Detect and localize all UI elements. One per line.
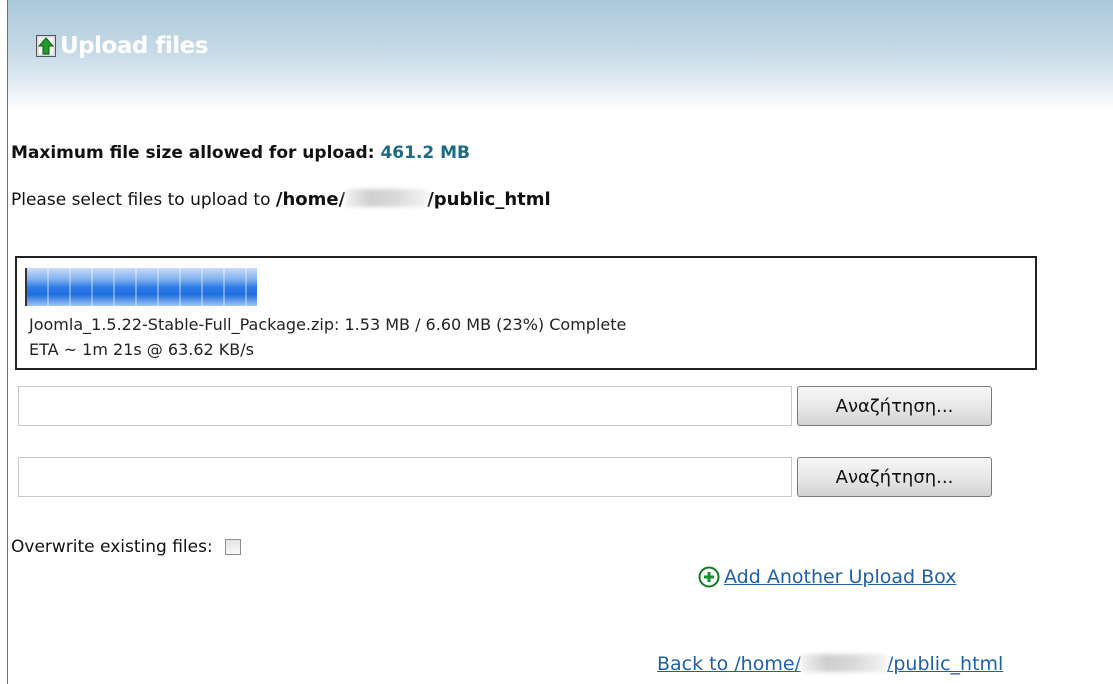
max-file-size: Maximum file size allowed for upload: 46… (11, 143, 470, 163)
destination-path: /home/ /public_html (276, 189, 551, 210)
title-text: Upload files (60, 33, 208, 59)
redacted-username (345, 189, 428, 207)
file-path-input-1[interactable] (18, 386, 792, 426)
plus-circle-icon (698, 566, 720, 588)
file-path-input-2[interactable] (18, 457, 792, 497)
back-prefix: Back to /home/ (657, 653, 801, 675)
page-title: Upload files (36, 33, 208, 59)
destination-text: Please select files to upload to /home//… (11, 189, 551, 210)
overwrite-option: Overwrite existing files: (11, 537, 241, 557)
progress-eta: ETA ~ 1m 21s @ 63.62 KB/s (29, 340, 254, 359)
max-size-label: Maximum file size allowed for upload: (11, 143, 375, 163)
progress-bar-fill (27, 268, 258, 306)
upload-arrow-icon (36, 35, 56, 57)
path-end: /public_html (427, 189, 551, 210)
header-bar: Upload files (8, 0, 1113, 110)
redacted-username (800, 654, 887, 672)
max-size-value: 461.2 MB (380, 143, 471, 163)
upload-row-2: Αναζήτηση... (18, 457, 992, 497)
overwrite-checkbox[interactable] (224, 539, 241, 555)
select-prefix: Please select files to upload to (11, 190, 271, 210)
upload-row-1: Αναζήτηση... (18, 386, 992, 426)
progress-bar (25, 268, 1029, 306)
add-upload-box-link[interactable]: Add Another Upload Box (698, 566, 956, 588)
back-link[interactable]: Back to /home/ /public_html (657, 653, 1003, 675)
browse-button-2[interactable]: Αναζήτηση... (797, 457, 992, 497)
upload-panel: Upload files Maximum file size allowed f… (7, 0, 1113, 684)
path-start: /home/ (275, 189, 346, 210)
back-suffix: /public_html (886, 653, 1004, 675)
progress-status: Joomla_1.5.22-Stable-Full_Package.zip: 1… (29, 315, 627, 334)
add-upload-box-label[interactable]: Add Another Upload Box (724, 566, 956, 588)
browse-button-1[interactable]: Αναζήτηση... (797, 386, 992, 426)
overwrite-label: Overwrite existing files: (11, 537, 213, 557)
upload-progress-box: Joomla_1.5.22-Stable-Full_Package.zip: 1… (15, 256, 1037, 370)
